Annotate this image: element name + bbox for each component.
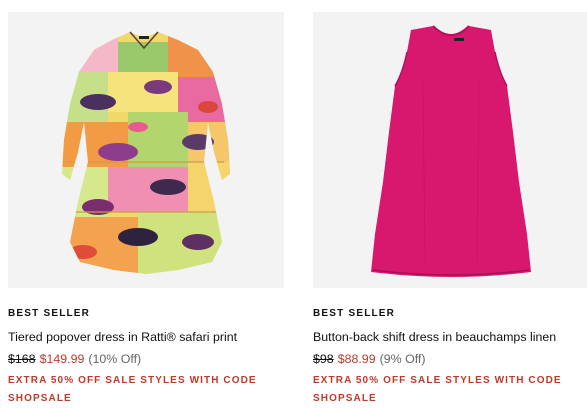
- promo-code: SHOPSALE: [313, 393, 377, 404]
- sale-price: $88.99: [337, 352, 376, 366]
- price-row: $168 $149.99 (10% Off): [8, 351, 284, 367]
- best-seller-badge: BEST SELLER: [8, 308, 91, 319]
- promo-line: EXTRA 50% OFF SALE STYLES WITH CODE: [8, 375, 257, 386]
- percent-off: (10% Off): [88, 352, 142, 366]
- promo-message: EXTRA 50% OFF SALE STYLES WITH CODE SHOP…: [8, 372, 284, 408]
- promo-message: EXTRA 50% OFF SALE STYLES WITH CODE SHOP…: [313, 372, 587, 408]
- percent-off: (9% Off): [379, 352, 426, 366]
- product-grid: BEST SELLER Tiered popover dress in Ratt…: [0, 0, 587, 407]
- original-price: $98: [313, 352, 334, 366]
- product-image[interactable]: [8, 12, 284, 288]
- sale-price: $149.99: [39, 352, 85, 366]
- pink-shift-dress-illustration: [371, 25, 531, 277]
- best-seller-badge: BEST SELLER: [313, 308, 396, 319]
- original-price: $168: [8, 352, 36, 366]
- product-title[interactable]: Button-back shift dress in beauchamps li…: [313, 329, 587, 345]
- product-card[interactable]: BEST SELLER Button-back shift dress in b…: [313, 12, 587, 408]
- product-title[interactable]: Tiered popover dress in Ratti® safari pr…: [8, 329, 284, 345]
- price-row: $98 $88.99 (9% Off): [313, 351, 587, 367]
- safari-print-dress-illustration: [62, 31, 230, 274]
- product-image[interactable]: [313, 12, 587, 288]
- promo-code: SHOPSALE: [8, 393, 72, 404]
- promo-line: EXTRA 50% OFF SALE STYLES WITH CODE: [313, 375, 562, 386]
- product-card[interactable]: BEST SELLER Tiered popover dress in Ratt…: [8, 12, 284, 408]
